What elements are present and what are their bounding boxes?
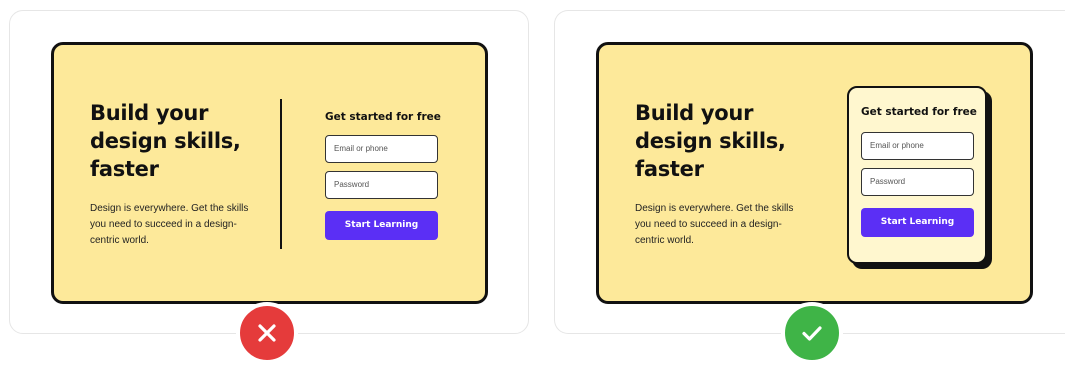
checkmark-icon (799, 321, 825, 345)
good-example-panel: Build your design skills, faster Design … (554, 10, 1065, 334)
body-copy: Design is everywhere. Get the skills you… (635, 203, 794, 246)
body-copy: Design is everywhere. Get the skills you… (90, 203, 249, 246)
correct-badge (781, 302, 843, 364)
x-mark-icon (255, 321, 279, 345)
signup-form-box: Get started for free Email or phone Pass… (847, 86, 987, 264)
email-field[interactable]: Email or phone (325, 135, 438, 163)
start-learning-button[interactable]: Start Learning (325, 211, 438, 240)
form-title: Get started for free (325, 111, 441, 123)
signup-card: Build your design skills, faster Design … (51, 42, 488, 304)
vertical-divider (280, 99, 282, 249)
headline: Build your design skills, faster (90, 101, 241, 181)
bad-example-panel: Build your design skills, faster Design … (9, 10, 529, 334)
incorrect-badge (236, 302, 298, 364)
email-field[interactable]: Email or phone (861, 132, 974, 160)
password-field[interactable]: Password (325, 171, 438, 199)
form-title: Get started for free (861, 106, 977, 118)
headline: Build your design skills, faster (635, 101, 786, 181)
password-field[interactable]: Password (861, 168, 974, 196)
signup-card: Build your design skills, faster Design … (596, 42, 1033, 304)
start-learning-button[interactable]: Start Learning (861, 208, 974, 237)
